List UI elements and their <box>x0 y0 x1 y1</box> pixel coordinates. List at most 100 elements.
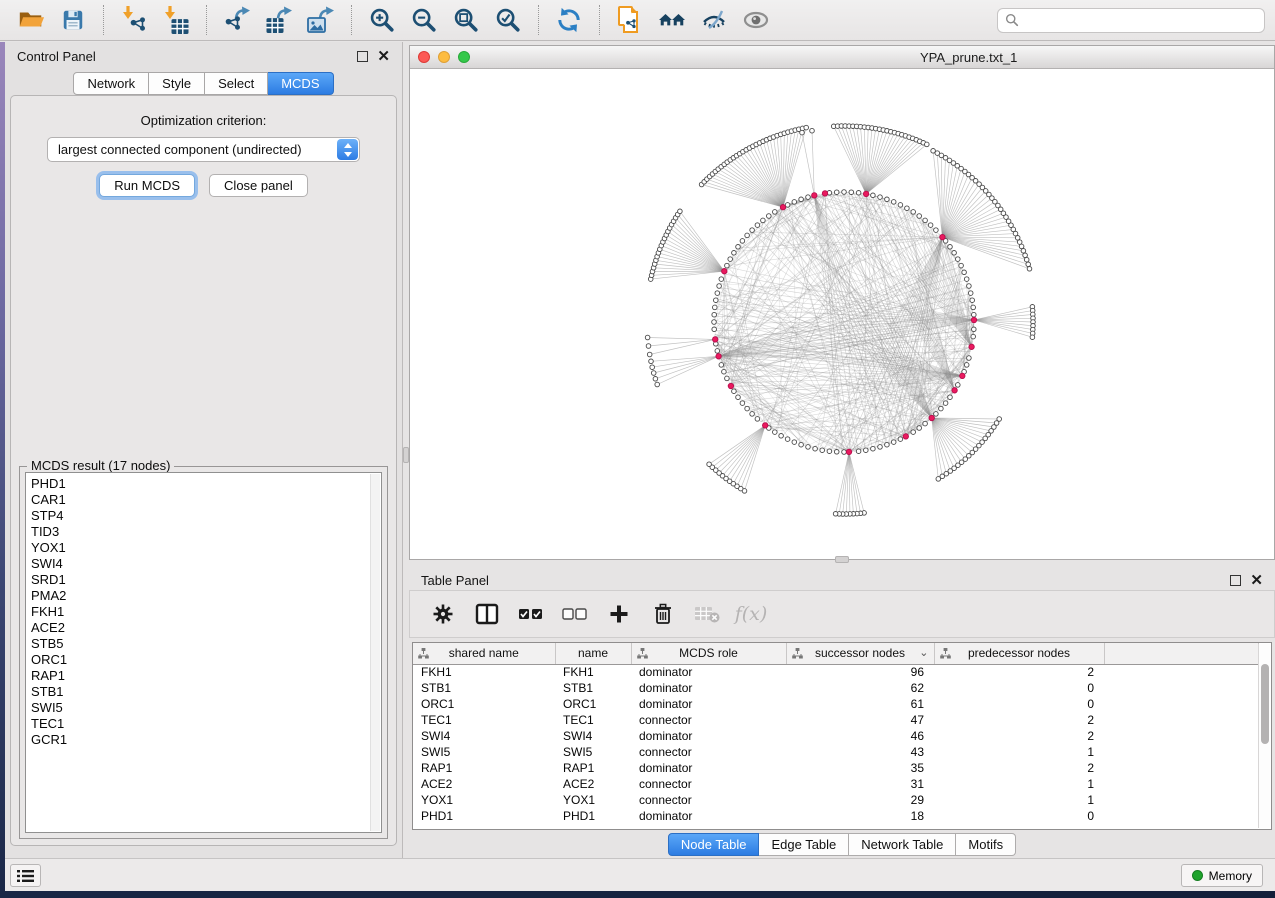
cell-name[interactable]: SWI5 <box>555 744 631 760</box>
table-row[interactable]: YOX1YOX1connector291 <box>413 792 1259 808</box>
close-panel-icon[interactable]: ✕ <box>377 51 390 62</box>
cell-successor_nodes[interactable]: 96 <box>786 664 934 680</box>
cell-successor_nodes[interactable]: 18 <box>786 808 934 824</box>
cell-shared_name[interactable]: RAP1 <box>413 760 555 776</box>
mcds-result-item[interactable]: TEC1 <box>31 716 381 732</box>
cell-successor_nodes[interactable]: 62 <box>786 680 934 696</box>
column-header-shared-name[interactable]: shared name <box>413 643 555 664</box>
zoom-selected-button[interactable] <box>491 4 525 36</box>
open-session-button[interactable] <box>14 4 48 36</box>
cell-name[interactable]: STB1 <box>555 680 631 696</box>
cell-successor_nodes[interactable]: 61 <box>786 696 934 712</box>
cell-mcds_role[interactable]: dominator <box>631 664 786 680</box>
mcds-result-list[interactable]: PHD1CAR1STP4TID3YOX1SWI4SRD1PMA2FKH1ACE2… <box>25 472 382 833</box>
export-network-button[interactable] <box>220 4 254 36</box>
mcds-result-item[interactable]: STB1 <box>31 684 381 700</box>
cell-mcds_role[interactable]: dominator <box>631 696 786 712</box>
cell-successor_nodes[interactable]: 47 <box>786 712 934 728</box>
cell-name[interactable]: PHD1 <box>555 808 631 824</box>
mcds-result-item[interactable]: ACE2 <box>31 620 381 636</box>
cell-shared_name[interactable]: SWI5 <box>413 744 555 760</box>
cell-name[interactable]: ACE2 <box>555 776 631 792</box>
table-row[interactable]: SWI5SWI5connector431 <box>413 744 1259 760</box>
mcds-result-item[interactable]: ORC1 <box>31 652 381 668</box>
cell-predecessor_nodes[interactable]: 1 <box>934 744 1104 760</box>
cell-mcds_role[interactable]: dominator <box>631 808 786 824</box>
network-window-titlebar[interactable]: YPA_prune.txt_1 <box>410 46 1274 69</box>
cell-mcds_role[interactable]: connector <box>631 776 786 792</box>
table-header-row[interactable]: shared namenameMCDS rolesuccessor nodes⌄… <box>413 643 1259 664</box>
float-panel-icon[interactable] <box>357 51 368 62</box>
first-neighbors-button[interactable] <box>655 4 689 36</box>
tab-motifs[interactable]: Motifs <box>956 833 1016 856</box>
cell-mcds_role[interactable]: connector <box>631 792 786 808</box>
zoom-out-button[interactable] <box>407 4 441 36</box>
cell-shared_name[interactable]: PHD1 <box>413 808 555 824</box>
search-box[interactable] <box>997 8 1265 33</box>
mcds-result-item[interactable]: TID3 <box>31 524 381 540</box>
horizontal-splitter-handle[interactable] <box>835 556 849 563</box>
cell-shared_name[interactable]: YOX1 <box>413 792 555 808</box>
mcds-result-item[interactable]: CAR1 <box>31 492 381 508</box>
window-zoom-traffic-icon[interactable] <box>458 51 470 63</box>
show-all-button[interactable] <box>739 4 773 36</box>
cell-predecessor_nodes[interactable]: 0 <box>934 808 1104 824</box>
mcds-result-item[interactable]: PMA2 <box>31 588 381 604</box>
table-row[interactable]: ORC1ORC1dominator610 <box>413 696 1259 712</box>
table-row[interactable]: STB1STB1dominator620 <box>413 680 1259 696</box>
mcds-result-item[interactable]: FKH1 <box>31 604 381 620</box>
show-panels-menu-button[interactable] <box>10 864 41 887</box>
mcds-result-item[interactable]: SWI4 <box>31 556 381 572</box>
tab-node-table[interactable]: Node Table <box>668 833 760 856</box>
mcds-result-item[interactable]: SWI5 <box>31 700 381 716</box>
tab-network[interactable]: Network <box>73 72 149 95</box>
cell-name[interactable]: TEC1 <box>555 712 631 728</box>
deselect-all-button[interactable] <box>558 597 592 631</box>
export-image-button[interactable] <box>304 4 338 36</box>
cell-successor_nodes[interactable]: 35 <box>786 760 934 776</box>
table-settings-button[interactable] <box>426 597 460 631</box>
column-header-name[interactable]: name <box>555 643 631 664</box>
mcds-result-item[interactable]: YOX1 <box>31 540 381 556</box>
table-scrollbar[interactable] <box>1258 644 1270 828</box>
node-table-grid[interactable]: shared namenameMCDS rolesuccessor nodes⌄… <box>413 643 1259 824</box>
table-row[interactable]: FKH1FKH1dominator962 <box>413 664 1259 680</box>
table-row[interactable]: PHD1PHD1dominator180 <box>413 808 1259 824</box>
mcds-result-item[interactable]: RAP1 <box>31 668 381 684</box>
tab-mcds[interactable]: MCDS <box>268 72 333 95</box>
column-header-successor-nodes[interactable]: successor nodes⌄ <box>786 643 934 664</box>
add-column-button[interactable] <box>602 597 636 631</box>
table-row[interactable]: RAP1RAP1dominator352 <box>413 760 1259 776</box>
optimization-criterion-select[interactable]: largest connected component (undirected) <box>47 137 360 162</box>
mcds-result-item[interactable]: PHD1 <box>31 476 381 492</box>
cell-shared_name[interactable]: STB1 <box>413 680 555 696</box>
search-input[interactable] <box>1019 13 1257 27</box>
import-table-button[interactable] <box>159 4 193 36</box>
cell-successor_nodes[interactable]: 29 <box>786 792 934 808</box>
export-table-button[interactable] <box>262 4 296 36</box>
cell-mcds_role[interactable]: dominator <box>631 760 786 776</box>
cell-predecessor_nodes[interactable]: 1 <box>934 792 1104 808</box>
cell-shared_name[interactable]: SWI4 <box>413 728 555 744</box>
cell-name[interactable]: RAP1 <box>555 760 631 776</box>
cell-predecessor_nodes[interactable]: 2 <box>934 712 1104 728</box>
column-header-predecessor-nodes[interactable]: predecessor nodes <box>934 643 1104 664</box>
cell-successor_nodes[interactable]: 31 <box>786 776 934 792</box>
table-scrollbar-thumb[interactable] <box>1261 664 1269 744</box>
select-all-button[interactable] <box>514 597 548 631</box>
hide-selection-button[interactable] <box>697 4 731 36</box>
float-table-panel-icon[interactable] <box>1230 575 1241 586</box>
zoom-fit-button[interactable] <box>449 4 483 36</box>
cell-mcds_role[interactable]: connector <box>631 712 786 728</box>
mcds-result-item[interactable]: STB5 <box>31 636 381 652</box>
mcds-list-scrollbar[interactable] <box>370 474 380 831</box>
window-minimize-traffic-icon[interactable] <box>438 51 450 63</box>
cell-name[interactable]: ORC1 <box>555 696 631 712</box>
table-row[interactable]: ACE2ACE2connector311 <box>413 776 1259 792</box>
apply-layout-button[interactable] <box>552 4 586 36</box>
zoom-in-button[interactable] <box>365 4 399 36</box>
window-close-traffic-icon[interactable] <box>418 51 430 63</box>
tab-network-table[interactable]: Network Table <box>849 833 956 856</box>
delete-column-button[interactable] <box>646 597 680 631</box>
tab-select[interactable]: Select <box>205 72 268 95</box>
